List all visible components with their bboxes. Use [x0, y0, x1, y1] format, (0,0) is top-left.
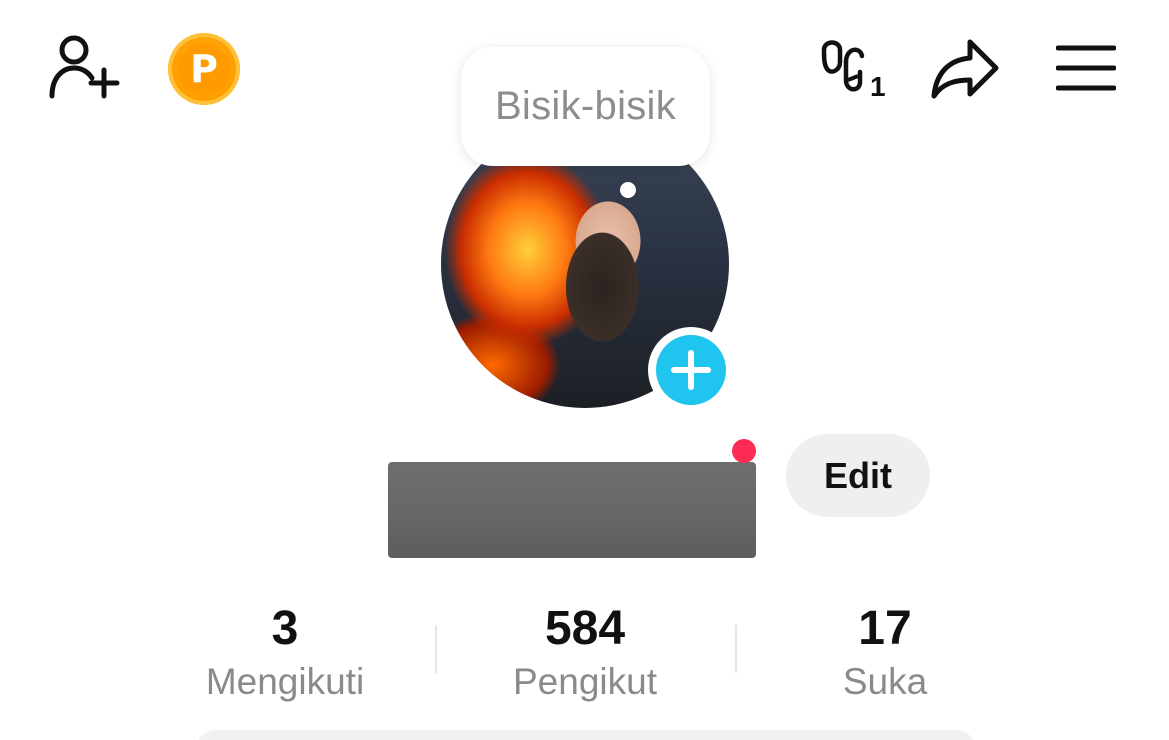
edit-profile-button[interactable]: Edit [786, 434, 930, 517]
stat-following-label: Mengikuti [205, 661, 365, 702]
stat-following[interactable]: 3 Mengikuti [135, 600, 435, 704]
coin-label: P [178, 43, 230, 95]
add-story-button[interactable] [648, 327, 734, 413]
add-friend-icon[interactable] [48, 34, 120, 102]
note-bubble-tail [620, 182, 636, 198]
stat-followers[interactable]: 584 Pengikut [435, 600, 735, 704]
stat-likes-label: Suka [842, 661, 928, 702]
footprints-icon[interactable]: 1 [818, 36, 890, 100]
plus-icon [656, 335, 726, 405]
note-bubble-text: Bisik-bisik [494, 84, 677, 128]
note-bubble[interactable]: Bisik-bisik [461, 47, 710, 166]
profile-screen: P 1 Bisik-bisik Edit 3 Mengikuti 584 Pen… [0, 0, 1169, 740]
coin-icon[interactable]: P [168, 33, 240, 105]
stat-followers-value: 584 [544, 602, 626, 655]
share-icon[interactable] [930, 36, 1000, 100]
stat-following-value: 3 [271, 602, 299, 655]
menu-icon[interactable] [1056, 44, 1116, 92]
stat-likes[interactable]: 17 Suka [735, 600, 1035, 704]
stat-followers-label: Pengikut [513, 661, 657, 702]
redacted-username [388, 462, 756, 558]
visitors-count: 1 [870, 71, 886, 100]
notification-dot [732, 439, 756, 463]
bottom-pill-button[interactable] [196, 730, 976, 740]
stat-likes-value: 17 [858, 602, 912, 655]
